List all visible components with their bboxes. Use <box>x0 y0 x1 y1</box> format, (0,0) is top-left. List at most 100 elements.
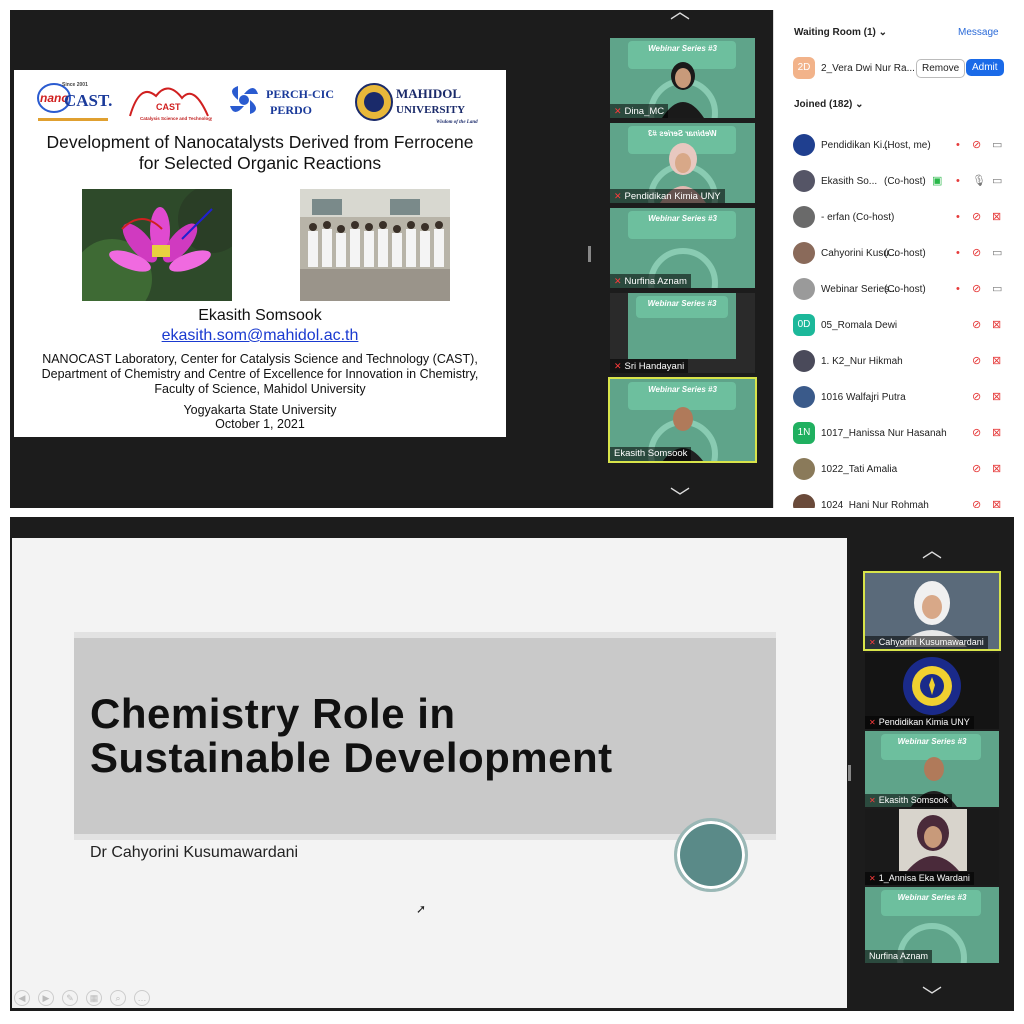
gallery-divider-handle[interactable] <box>588 246 591 262</box>
tile-name: ✕ Cahyorini Kusumawardani <box>865 636 988 649</box>
next-slide-icon[interactable]: ▶ <box>38 990 54 1006</box>
camera-off-icon[interactable]: ⊠ <box>992 499 1001 508</box>
muted-mic-icon[interactable]: ⊘ <box>972 391 981 403</box>
video-tile[interactable]: Webinar Series #3 ✕ Ekasith Somsook <box>865 731 999 807</box>
slide-venue: Yogyakarta State University <box>183 403 337 417</box>
recording-dot-icon: • <box>956 247 960 259</box>
muted-mic-icon[interactable]: ⊘ <box>972 211 981 223</box>
participant-row[interactable]: 1. K2_Nur Hikmah ⊘ ⊠ <box>774 346 1014 376</box>
muted-mic-icon[interactable]: ⊘ <box>972 319 981 331</box>
svg-text:CAST.: CAST. <box>64 91 112 110</box>
avatar <box>793 170 815 192</box>
participant-row[interactable]: Cahyorini Kusu... (Co-host) • ⊘ ▭ <box>774 238 1014 268</box>
avatar <box>793 242 815 264</box>
chevron-down-icon[interactable]: ﹀ <box>922 987 942 1007</box>
recording-dot-icon: • <box>956 283 960 295</box>
video-tile-active-speaker[interactable]: Webinar Series #3 Ekasith Somsook <box>608 377 757 463</box>
title-frame: Chemistry Role in Sustainable Developmen… <box>74 632 776 840</box>
participant-name: Pendidikan Ki... <box>821 140 891 151</box>
slide-affiliation-3: Faculty of Science, Mahidol University <box>154 382 366 396</box>
camera-off-icon[interactable]: ⊠ <box>992 211 1001 223</box>
camera-icon[interactable]: ▭ <box>992 175 1002 187</box>
participant-name: 1. K2_Nur Hikmah <box>821 356 903 367</box>
camera-off-icon[interactable]: ⊠ <box>992 319 1001 331</box>
participant-row[interactable]: 1016 Walfajri Putra ⊘ ⊠ <box>774 382 1014 412</box>
participant-row[interactable]: 1024_Hani Nur Rohmah ⊘ ⊠ <box>774 490 1014 508</box>
remove-button[interactable]: Remove <box>916 59 966 78</box>
tile-banner: Webinar Series #3 <box>647 299 717 308</box>
tile-name: ✕ 1_Annisa Eka Wardani <box>865 872 974 885</box>
zoom-icon[interactable]: ⌕ <box>110 990 126 1006</box>
muted-mic-icon[interactable]: ⊘ <box>972 427 981 439</box>
pen-icon[interactable]: ✎ <box>62 990 78 1006</box>
chevron-down-icon: ⌄ <box>878 27 888 38</box>
video-tile[interactable]: Webinar Series #3 ✕ Nurfina Aznam <box>610 208 755 288</box>
participant-name: 1016 Walfajri Putra <box>821 392 906 403</box>
recording-dot-icon: • <box>956 211 960 223</box>
video-tile[interactable]: Webinar Series #3 Nurfina Aznam <box>865 887 999 963</box>
camera-off-icon[interactable]: ⊠ <box>992 355 1001 367</box>
participant-row[interactable]: - erfan (Co-host) • ⊘ ⊠ <box>774 202 1014 232</box>
admit-button[interactable]: Admit <box>966 59 1004 76</box>
muted-mic-icon[interactable]: ⊘ <box>972 247 981 259</box>
camera-off-icon[interactable]: ⊠ <box>992 391 1001 403</box>
slide-title: Chemistry Role in Sustainable Developmen… <box>90 692 770 780</box>
avatar <box>793 458 815 480</box>
slide-author: Dr Cahyorini Kusumawardani <box>90 844 299 861</box>
muted-mic-icon[interactable]: ⊘ <box>972 283 981 295</box>
video-tile[interactable]: ✕ 1_Annisa Eka Wardani <box>865 809 999 885</box>
chevron-down-icon: ⌄ <box>855 99 864 110</box>
tile-name: ✕ Pendidikan Kimia UNY <box>865 716 974 729</box>
tile-name: ✕ Nurfina Aznam <box>610 274 691 288</box>
tile-name: Ekasith Somsook <box>610 447 692 461</box>
recording-dot-icon: • <box>956 175 960 187</box>
participant-row[interactable]: 0D 05_Romala Dewi ⊘ ⊠ <box>774 310 1014 340</box>
camera-off-icon[interactable]: ⊠ <box>992 427 1001 439</box>
chevron-up-icon[interactable]: ︿ <box>670 2 690 22</box>
tile-name: ✕ Ekasith Somsook <box>865 794 953 807</box>
muted-mic-icon[interactable]: ⊘ <box>972 463 981 475</box>
camera-icon[interactable]: ▭ <box>992 283 1002 295</box>
joined-header[interactable]: Joined (182) ⌄ <box>794 99 864 110</box>
slide-title-line2: Sustainable Development <box>90 734 613 781</box>
shared-slide-bottom: Chemistry Role in Sustainable Developmen… <box>12 538 847 1008</box>
muted-mic-icon[interactable]: ⊘ <box>972 355 981 367</box>
mic-icon[interactable]: 🎙 <box>972 175 986 187</box>
muted-mic-icon[interactable]: ⊘ <box>972 139 981 151</box>
video-tile[interactable]: Webinar Series #3 ✕ Dina_MC <box>610 38 755 118</box>
top-zoom-window: ︿ nano CAST. Since 2001 CAST Catalysis S… <box>10 2 1014 508</box>
message-button[interactable]: Message <box>958 27 999 38</box>
camera-off-icon[interactable]: ⊠ <box>992 463 1001 475</box>
gallery-divider-handle[interactable] <box>848 765 851 781</box>
participant-row[interactable]: 1022_Tati Amalia ⊘ ⊠ <box>774 454 1014 484</box>
camera-icon[interactable]: ▭ <box>992 139 1002 151</box>
svg-text:PERCH-CIC: PERCH-CIC <box>266 87 334 101</box>
participant-row[interactable]: Ekasith So... (Co-host) • ▣ 🎙 ▭ <box>774 166 1014 196</box>
more-options-icon[interactable]: … <box>134 990 150 1006</box>
participant-row[interactable]: Webinar Series... (Co-host) • ⊘ ▭ <box>774 274 1014 304</box>
slide-email-link[interactable]: ekasith.som@mahidol.ac.th <box>14 327 506 345</box>
video-tile-active-speaker[interactable]: ✕ Cahyorini Kusumawardani <box>863 571 1001 651</box>
chevron-up-icon[interactable]: ︿ <box>922 541 942 561</box>
muted-mic-icon: ✕ <box>869 874 876 883</box>
chevron-down-icon[interactable]: ﹀ <box>670 488 690 508</box>
video-tile[interactable]: Webinar Series #3 ✕ Sri Handayani <box>610 293 755 373</box>
tile-banner: Webinar Series #3 <box>897 893 967 902</box>
slides-grid-icon[interactable]: ▦ <box>86 990 102 1006</box>
svg-text:Catalysis Science and Technolo: Catalysis Science and Technology <box>140 116 212 121</box>
slide-affiliation-2: Department of Chemistry and Centre of Ex… <box>41 367 479 381</box>
camera-icon[interactable]: ▭ <box>992 247 1002 259</box>
video-tile[interactable]: Webinar Series #3 ✕ Pendidikan Kimia UNY <box>610 123 755 203</box>
recording-dot-icon: • <box>956 139 960 151</box>
muted-mic-icon[interactable]: ⊘ <box>972 499 981 508</box>
tile-banner: Webinar Series #3 <box>897 737 967 746</box>
video-tile[interactable]: ✕ Pendidikan Kimia UNY <box>865 653 999 729</box>
slide-author: Ekasith Somsook <box>198 307 322 324</box>
participants-panel: Waiting Room (1) ⌄ Message 2D 2_Vera Dwi… <box>773 10 1014 508</box>
waiting-room-header[interactable]: Waiting Room (1) ⌄ <box>794 27 887 38</box>
previous-slide-icon[interactable]: ◀ <box>14 990 30 1006</box>
muted-mic-icon: ✕ <box>869 718 876 727</box>
participant-row[interactable]: Pendidikan Ki... (Host, me) • ⊘ ▭ <box>774 130 1014 160</box>
participant-row[interactable]: 1N 1017_Hanissa Nur Hasanah ⊘ ⊠ <box>774 418 1014 448</box>
slide-affiliation-1: NANOCAST Laboratory, Center for Catalysi… <box>42 352 478 366</box>
